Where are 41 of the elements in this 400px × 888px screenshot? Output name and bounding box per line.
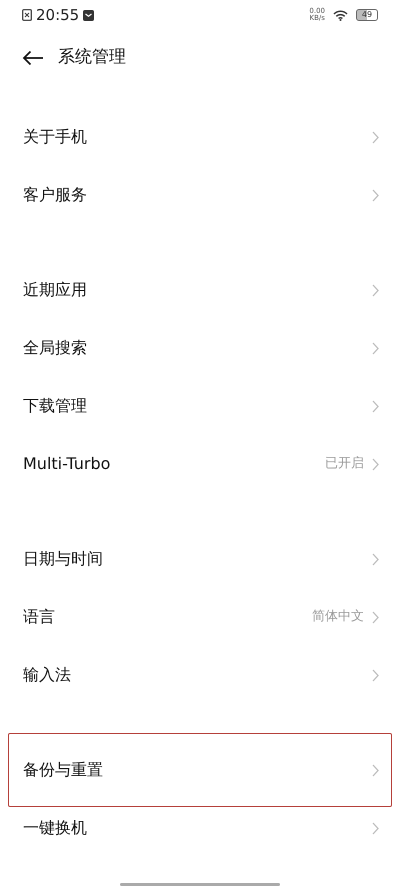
settings-row[interactable]: 客户服务 xyxy=(0,166,400,224)
settings-row[interactable]: 下载管理 xyxy=(0,377,400,435)
document-icon xyxy=(22,9,32,21)
row-value: 简体中文 xyxy=(312,608,364,626)
page-title: 系统管理 xyxy=(58,46,126,70)
row-label: 近期应用 xyxy=(23,279,88,301)
back-button[interactable] xyxy=(22,50,44,66)
settings-row[interactable]: Multi-Turbo 已开启 xyxy=(0,435,400,493)
chevron-icon xyxy=(372,552,379,566)
chevron-icon xyxy=(372,668,379,682)
row-label: 客户服务 xyxy=(23,184,88,206)
chevron-icon xyxy=(372,342,379,354)
settings-row[interactable]: 备份与重置 xyxy=(8,733,392,807)
battery-icon: 49 xyxy=(356,9,378,21)
settings-row[interactable]: 关于手机 xyxy=(0,108,400,166)
settings-row[interactable]: 全局搜索 xyxy=(0,319,400,377)
row-label: 全局搜索 xyxy=(23,337,88,359)
wifi-icon xyxy=(333,10,348,20)
chevron-icon xyxy=(372,610,379,624)
row-label: 输入法 xyxy=(23,664,72,686)
row-label: Multi-Turbo xyxy=(23,453,112,475)
chevron-icon xyxy=(372,458,379,470)
chevron-icon xyxy=(372,130,379,144)
row-label: 关于手机 xyxy=(23,126,88,148)
settings-row[interactable]: 近期应用 xyxy=(0,261,400,319)
row-label: 下载管理 xyxy=(23,395,88,417)
chevron-icon xyxy=(372,284,379,296)
row-label: 语言 xyxy=(23,606,56,628)
chevron-icon xyxy=(372,188,379,202)
settings-row[interactable]: 输入法 xyxy=(0,646,400,704)
chevron-icon xyxy=(372,822,379,834)
chevron-icon xyxy=(372,400,379,412)
row-label: 一键换机 xyxy=(23,817,88,839)
chevron-icon xyxy=(372,764,379,776)
status-time: 20:55 xyxy=(36,4,80,26)
settings-row[interactable]: 语言 简体中文 xyxy=(0,588,400,646)
settings-row[interactable]: 日期与时间 xyxy=(0,530,400,588)
mail-icon xyxy=(83,10,94,20)
row-label: 日期与时间 xyxy=(23,548,104,570)
row-value: 已开启 xyxy=(325,455,364,474)
row-label: 备份与重置 xyxy=(23,759,104,781)
